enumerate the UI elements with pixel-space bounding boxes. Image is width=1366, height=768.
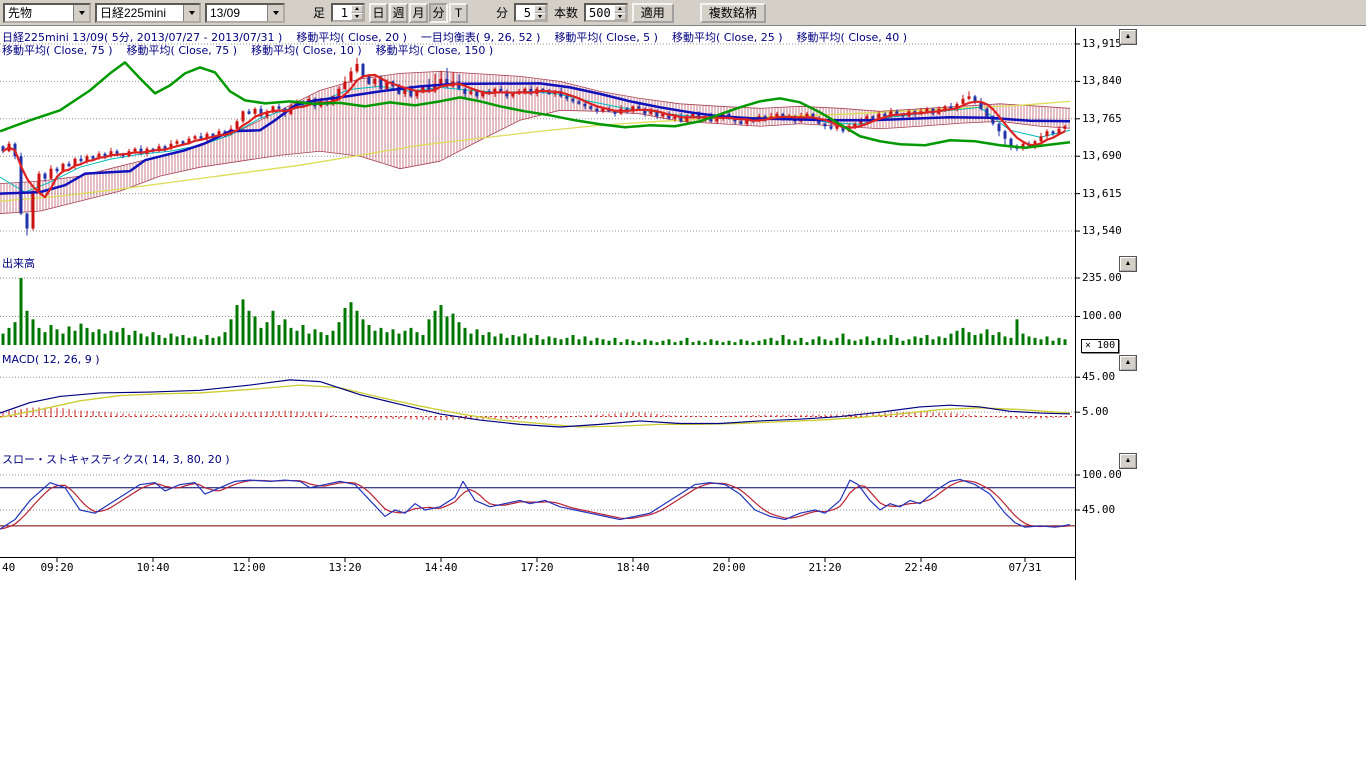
period-button-分[interactable]: 分 (429, 3, 448, 23)
chart-plot-area[interactable] (0, 0, 1140, 590)
y-axis-label: 13,540 (1082, 224, 1122, 237)
x-axis-label: 07/31 (1008, 561, 1041, 574)
indicator-label: 移動平均( Close, 10 ) (251, 44, 362, 57)
x-axis-label: 21:20 (808, 561, 841, 574)
macd-pane-label: MACD( 12, 26, 9 ) (2, 353, 100, 366)
spinner-arrows[interactable] (534, 5, 546, 20)
y-axis-label: 13,765 (1082, 112, 1122, 125)
dropdown-arrow-icon[interactable] (73, 5, 89, 21)
main-toolbar: 先物 日経225mini 13/09 足 1 日週月分T 分 5 本数 500 … (0, 0, 1366, 26)
x-axis-label: 13:20 (328, 561, 361, 574)
x-axis-label: 18:40 (616, 561, 649, 574)
minutes-spinner[interactable]: 5 (514, 3, 548, 22)
y-axis-label: 100.00 (1082, 309, 1122, 322)
apply-button[interactable]: 適用 (632, 3, 674, 23)
contract-month-combobox-value: 13/09 (207, 6, 267, 20)
price-pane-scroll-up-button[interactable]: ▲ (1120, 30, 1136, 44)
multi-symbol-button[interactable]: 複数銘柄 (700, 3, 766, 23)
bar-type-label: 足 (313, 4, 325, 21)
period-button-T[interactable]: T (449, 3, 468, 23)
market-combobox[interactable]: 先物 (3, 3, 91, 23)
period-button-group: 日週月分T (369, 3, 468, 23)
indicator-label: 移動平均( Close, 75 ) (2, 44, 113, 57)
x-axis-label: 17:20 (520, 561, 553, 574)
volume-pane-scroll-up-button[interactable]: ▲ (1120, 257, 1136, 271)
y-axis-label: 5.00 (1082, 405, 1109, 418)
stoch-pane-scroll-up-button[interactable]: ▲ (1120, 454, 1136, 468)
trading-app-window: 先物 日経225mini 13/09 足 1 日週月分T 分 5 本数 500 … (0, 0, 1366, 768)
bar-count-label: 本数 (554, 4, 578, 21)
period-button-日[interactable]: 日 (369, 3, 388, 23)
stochastics-pane-label: スロー・ストキャスティクス( 14, 3, 80, 20 ) (2, 451, 230, 467)
indicator-header-line2: 移動平均( Close, 75 ) 移動平均( Close, 75 ) 移動平均( … (2, 42, 507, 58)
x-axis-label: 14:40 (424, 561, 457, 574)
dropdown-arrow-icon[interactable] (267, 5, 283, 21)
dropdown-arrow-icon[interactable] (183, 5, 199, 21)
bar-multiplier-spinner[interactable]: 1 (331, 3, 365, 22)
period-button-週[interactable]: 週 (389, 3, 408, 23)
volume-multiplier-badge: × 100 (1081, 339, 1119, 353)
symbol-combobox-value: 日経225mini (97, 4, 183, 21)
y-axis-label: 13,840 (1082, 74, 1122, 87)
indicator-label: 移動平均( Close, 5 ) (554, 31, 658, 44)
spinner-arrows[interactable] (614, 5, 626, 20)
y-axis-label: 13,615 (1082, 187, 1122, 200)
x-axis-label: 12:00 (232, 561, 265, 574)
indicator-label: 移動平均( Close, 75 ) (127, 44, 238, 57)
bar-count-value: 500 (586, 5, 614, 20)
y-axis-label: 100.00 (1082, 468, 1122, 481)
y-axis-label: 13,915 (1082, 37, 1122, 50)
bar-count-spinner[interactable]: 500 (584, 3, 628, 22)
indicator-label: 移動平均( Close, 25 ) (672, 31, 783, 44)
period-button-月[interactable]: 月 (409, 3, 428, 23)
macd-pane-scroll-up-button[interactable]: ▲ (1120, 356, 1136, 370)
indicator-label: 移動平均( Close, 40 ) (797, 31, 908, 44)
indicator-label: 移動平均( Close, 150 ) (376, 44, 494, 57)
market-combobox-value: 先物 (5, 4, 73, 21)
minutes-value: 5 (516, 5, 534, 20)
y-axis-label: 45.00 (1082, 370, 1115, 383)
volume-pane-label: 出来高 (2, 255, 35, 271)
spinner-arrows[interactable] (351, 5, 363, 20)
y-axis-label: 45.00 (1082, 503, 1115, 516)
x-axis-label: 22:40 (904, 561, 937, 574)
x-axis-label: 09:20 (40, 561, 73, 574)
y-axis-label: 235.00 (1082, 271, 1122, 284)
bar-multiplier-value: 1 (333, 5, 351, 20)
x-axis-label: 2:40 (0, 561, 15, 574)
contract-month-combobox[interactable]: 13/09 (205, 3, 285, 23)
y-axis-label: 13,690 (1082, 149, 1122, 162)
x-axis-label: 10:40 (136, 561, 169, 574)
symbol-combobox[interactable]: 日経225mini (95, 3, 201, 23)
minutes-label: 分 (496, 4, 508, 21)
x-axis-label: 20:00 (712, 561, 745, 574)
